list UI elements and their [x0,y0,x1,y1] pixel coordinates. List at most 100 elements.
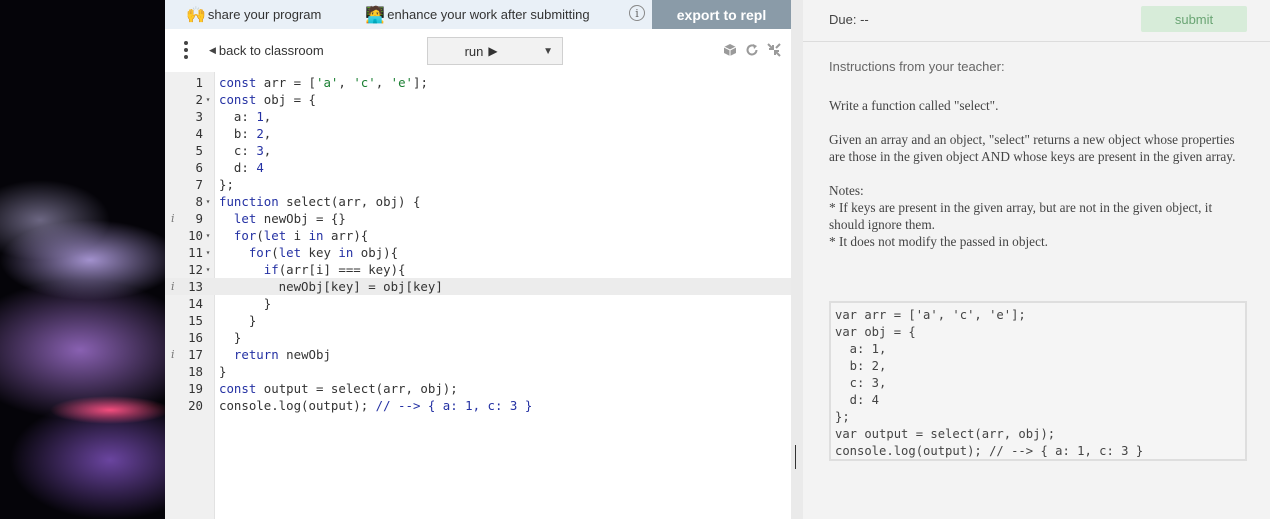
code-line[interactable]: 15 } [165,312,791,329]
back-to-classroom-label: back to classroom [218,43,324,58]
code-line[interactable]: 5 c: 3, [165,142,791,159]
code-line[interactable]: i 13 newObj[key] = obj[key] [165,278,791,295]
enhance-work-link[interactable]: 🧑‍💻 enhance your work after submitting [365,5,589,25]
code-text: b: 2, [219,126,272,141]
code-text: }; [219,177,234,192]
line-number: 1 [195,75,203,90]
code-text: } [219,364,227,379]
code-text: c: 3, [219,143,272,158]
export-to-repl-button[interactable]: export to repl [652,0,791,29]
code-text: console.log(output); // --> { a: 1, c: 3… [219,398,533,413]
code-text: } [219,296,272,311]
play-icon: ▶ [488,44,498,58]
line-number: 20 [188,398,203,413]
splitter-handle[interactable] [795,445,796,469]
refresh-icon[interactable] [745,43,759,57]
line-number: 16 [188,330,203,345]
fold-toggle-icon[interactable]: ▾ [203,193,213,210]
code-line[interactable]: 8 ▾ function select(arr, obj) { [165,193,791,210]
run-button-group: run ▶ ▼ [427,37,563,65]
example-code-box: var arr = ['a', 'c', 'e']; var obj = { a… [829,301,1247,461]
line-number: 18 [188,364,203,379]
info-icon[interactable]: i [629,5,645,21]
pane-splitter[interactable] [791,0,803,519]
line-number: 14 [188,296,203,311]
line-number: 17 [188,347,203,362]
code-text: } [219,313,257,328]
editor-tool-icons [723,43,781,57]
code-lines[interactable]: 1 const arr = ['a', 'c', 'e']; 2 ▾ const obj… [165,74,791,414]
run-button[interactable]: run ▶ [428,38,534,64]
editor-topbar: 🙌 share your program 🧑‍💻 enhance your wo… [165,0,791,29]
code-editor[interactable]: 1 const arr = ['a', 'c', 'e']; 2 ▾ const obj… [165,72,791,519]
line-number: 13 [188,279,203,294]
code-text: newObj[key] = obj[key] [219,279,443,294]
fold-toggle-icon[interactable]: ▾ [203,244,213,261]
line-number: 8 [195,194,203,209]
line-number: 19 [188,381,203,396]
code-line[interactable]: 16 } [165,329,791,346]
code-line[interactable]: 7}; [165,176,791,193]
collapse-icon[interactable] [767,43,781,57]
line-number: 6 [195,160,203,175]
background-image [0,0,165,519]
code-text: const arr = ['a', 'c', 'e']; [219,75,428,90]
code-text: return newObj [233,347,331,362]
line-number: 12 [188,262,203,277]
editor-toolbar: ◀ back to classroom run ▶ ▼ [165,29,791,72]
run-label: run [464,43,484,59]
line-number: 3 [195,109,203,124]
code-text: function select(arr, obj) { [219,194,421,209]
line-number: 5 [195,143,203,158]
note-item: * If keys are present in the given array… [829,200,1213,232]
code-line[interactable]: 18} [165,363,791,380]
note-item: * It does not modify the passed in objec… [829,234,1048,249]
code-line[interactable]: 11 ▾ for(let key in obj){ [165,244,791,261]
code-line[interactable]: 2 ▾ const obj = { [165,91,791,108]
instructions-label: Instructions from your teacher: [829,59,1005,74]
instructions-panel: Due: -- submit Instructions from your te… [803,0,1270,519]
line-number: 15 [188,313,203,328]
run-options-dropdown[interactable]: ▼ [534,38,562,64]
instruction-paragraph: Write a function called "select". [829,98,999,113]
code-text: let newObj = {} [233,211,346,226]
line-number: 11 [188,245,203,260]
submit-button[interactable]: submit [1141,6,1247,32]
code-line[interactable]: i 17 return newObj [165,346,791,363]
code-text: const output = select(arr, obj); [219,381,458,396]
code-line[interactable]: 1 const arr = ['a', 'c', 'e']; [165,74,791,91]
instruction-paragraph: Given an array and an object, "select" r… [829,132,1236,164]
code-line[interactable]: 10 ▾ for(let i in arr){ [165,227,791,244]
code-text: const obj = { [219,92,316,107]
code-line[interactable]: 4 b: 2, [165,125,791,142]
code-line[interactable]: i9 let newObj = {} [165,210,791,227]
back-to-classroom-link[interactable]: ◀ back to classroom [209,43,324,58]
technologist-icon: 🧑‍💻 [365,6,386,24]
share-program-label: share your program [207,7,322,22]
code-text: d: 4 [219,160,264,175]
chevron-down-icon: ▼ [543,45,554,57]
code-text: for(let key in obj){ [248,245,399,260]
fold-toggle-icon[interactable]: ▾ [203,91,213,108]
enhance-work-label: enhance your work after submitting [387,7,590,22]
notes-title: Notes: [829,183,864,198]
more-options-icon[interactable] [184,41,190,61]
line-number: 4 [195,126,203,141]
caret-left-icon: ◀ [209,45,216,55]
code-text: a: 1, [219,109,272,124]
code-text: if(arr[i] === key){ [263,262,406,277]
code-line[interactable]: 3 a: 1, [165,108,791,125]
code-line[interactable]: 12 ▾ if(arr[i] === key){ [165,261,791,278]
code-line[interactable]: 19 const output = select(arr, obj); [165,380,791,397]
code-line[interactable]: 6 d: 4 [165,159,791,176]
fold-toggle-icon[interactable]: ▾ [203,227,213,244]
due-date: Due: -- [829,12,869,27]
code-line[interactable]: 20 console.log(output); // --> { a: 1, c:… [165,397,791,414]
share-program-link[interactable]: 🙌 share your program [186,5,321,25]
line-number: 7 [195,177,203,192]
instructions-header: Due: -- submit [803,0,1270,42]
code-text: } [219,330,242,345]
cube-icon[interactable] [723,43,737,57]
code-line[interactable]: 14 } [165,295,791,312]
fold-toggle-icon[interactable]: ▾ [203,261,213,278]
